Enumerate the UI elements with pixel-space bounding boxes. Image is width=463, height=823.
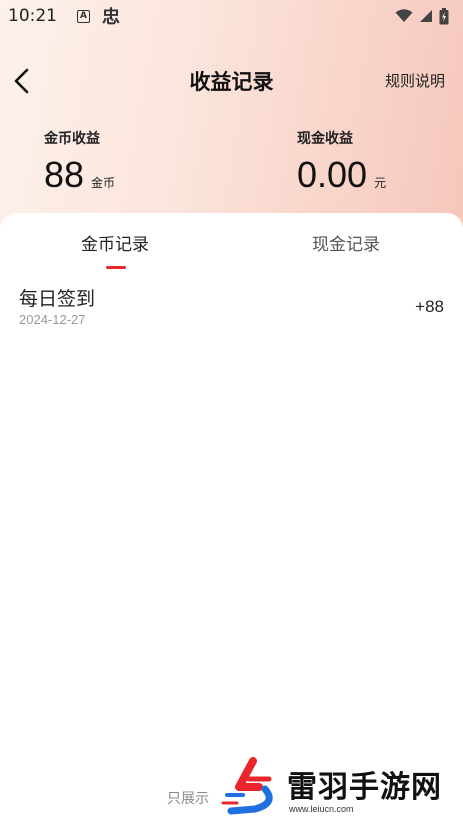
- tab-coin-records[interactable]: 金币记录: [81, 230, 149, 255]
- coin-earnings-value: 88: [44, 154, 85, 195]
- active-tab-indicator: [106, 266, 126, 269]
- cash-earnings-unit: 元: [374, 176, 387, 190]
- input-method-icon: A: [77, 9, 90, 23]
- cash-earnings-summary: 现金收益 0.00 元: [297, 128, 386, 196]
- watermark-url: www.leiucn.com: [289, 803, 354, 814]
- list-item[interactable]: 每日签到 2024-12-27 +88: [0, 280, 463, 336]
- status-bar: 10:21 A 忠: [0, 0, 463, 32]
- record-amount: +88: [415, 297, 444, 316]
- coin-earnings-label: 金币收益: [44, 131, 100, 147]
- notification-icon: 忠: [102, 7, 120, 28]
- signal-icon: [420, 10, 432, 22]
- wifi-icon: [395, 9, 413, 22]
- record-title: 每日签到: [19, 288, 96, 310]
- coin-earnings-summary: 金币收益 88 金币: [44, 128, 115, 196]
- navigation-bar: 收益记录 规则说明: [0, 58, 463, 104]
- cash-earnings-label: 现金收益: [297, 131, 353, 147]
- watermark-name: 雷羽手游网: [287, 769, 442, 805]
- tab-cash-records[interactable]: 现金记录: [312, 230, 380, 255]
- record-date: 2024-12-27: [19, 312, 86, 327]
- status-icons: [395, 7, 449, 25]
- watermark-logo-icon: [221, 756, 273, 814]
- rules-link[interactable]: 规则说明: [385, 70, 445, 91]
- watermark: 雷羽手游网 www.leiucn.com: [213, 752, 463, 823]
- header-background: [0, 0, 463, 240]
- footer-note: 只展示: [167, 791, 209, 807]
- coin-earnings-unit: 金币: [91, 176, 116, 190]
- status-time: 10:21: [8, 6, 57, 26]
- cash-earnings-value: 0.00: [297, 154, 368, 195]
- battery-icon: [439, 7, 449, 24]
